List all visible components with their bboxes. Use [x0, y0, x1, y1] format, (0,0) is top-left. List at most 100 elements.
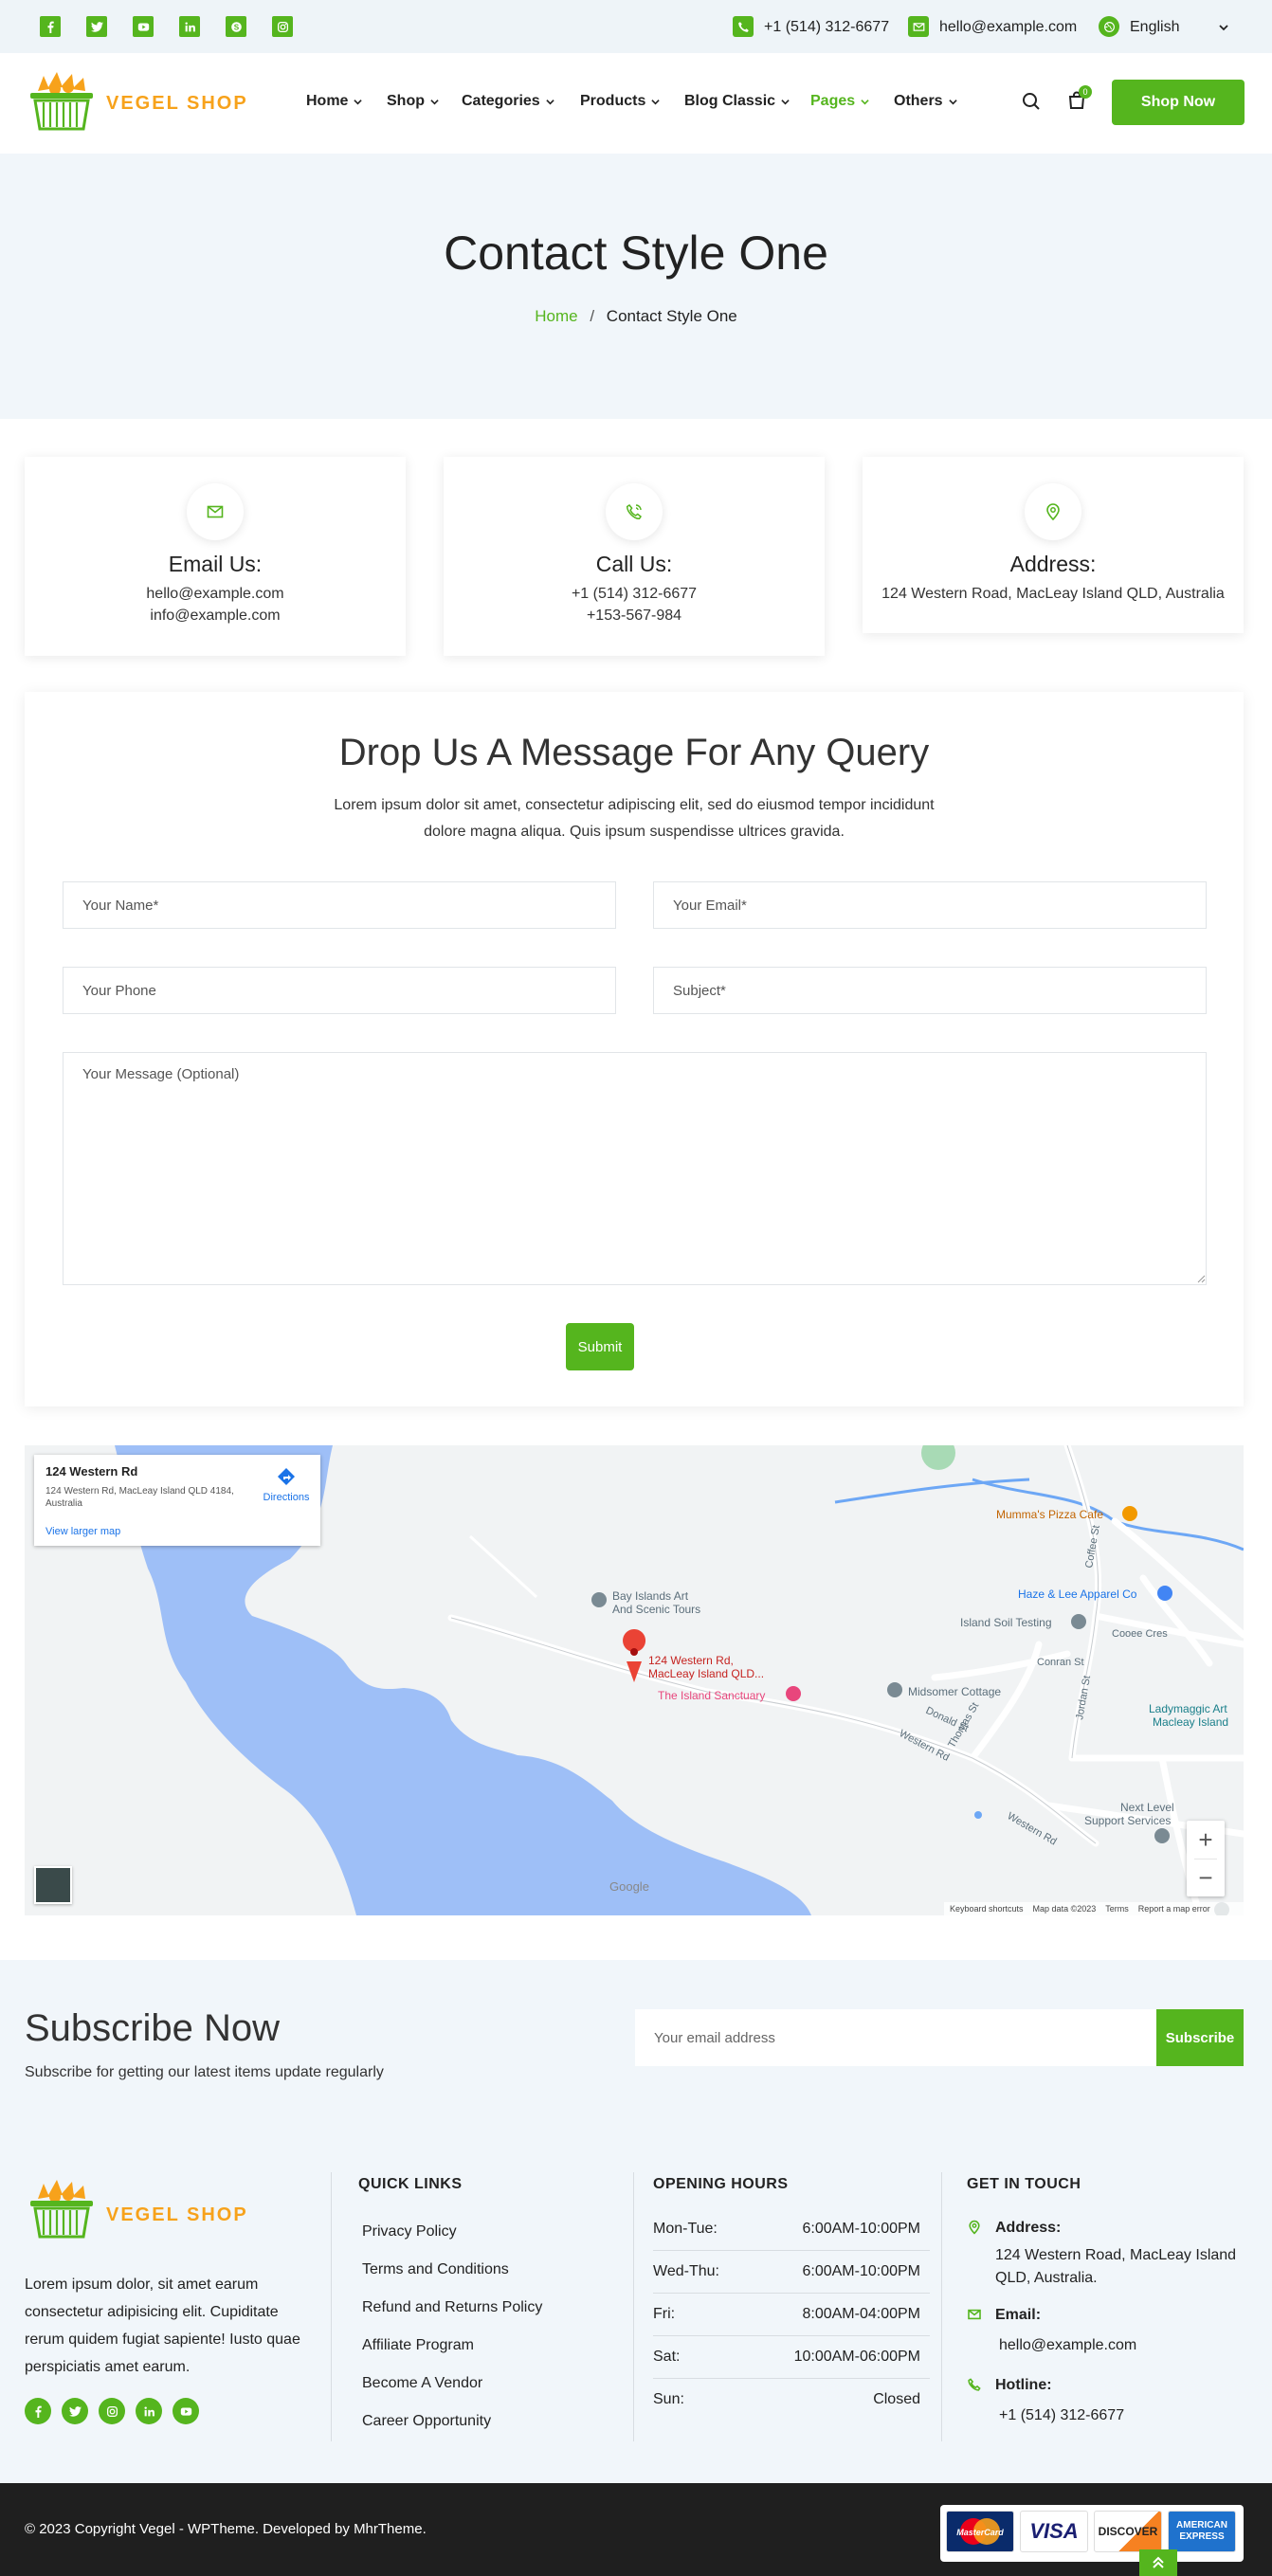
map-data-text: Map data ©2023	[1032, 1904, 1097, 1914]
map-label-bay-1: Bay Islands Art	[612, 1589, 689, 1603]
language-value: English	[1130, 19, 1180, 35]
chevron-down-icon	[781, 99, 790, 104]
map-pin-label-1: 124 Western Rd,	[648, 1654, 734, 1667]
map-label-lady-2: Macleay Island	[1153, 1715, 1228, 1729]
instagram-icon[interactable]	[272, 16, 293, 37]
footer-facebook-icon[interactable]	[25, 2398, 51, 2424]
quick-link[interactable]: Privacy Policy	[362, 2223, 457, 2240]
mail-icon	[908, 16, 929, 37]
footer-twitter-icon[interactable]	[62, 2398, 88, 2424]
globe-icon	[1099, 16, 1119, 37]
nav-label: Home	[306, 93, 349, 109]
footer-hotline-value[interactable]: +1 (514) 312-6677	[999, 2404, 1124, 2427]
hours-time: 6:00AM-10:00PM	[802, 2263, 920, 2279]
youtube-icon[interactable]	[133, 16, 154, 37]
envelope-icon	[187, 483, 244, 540]
footer-email-label: Email:	[995, 2307, 1042, 2323]
directions-label: Directions	[263, 1492, 310, 1503]
skype-icon[interactable]: S	[226, 16, 246, 37]
email-field[interactable]: Your Email*	[653, 881, 1207, 929]
topbar-email[interactable]: hello@example.com	[939, 19, 1077, 36]
zoom-in-button[interactable]: +	[1187, 1821, 1225, 1859]
amex-logo: AMERICAN EXPRESS	[1168, 2511, 1236, 2552]
card-title: Call Us:	[595, 552, 673, 576]
card-line[interactable]: +1 (514) 312-6677	[444, 586, 825, 603]
zoom-out-button[interactable]: −	[1187, 1859, 1225, 1896]
shop-now-button[interactable]: Shop Now	[1112, 80, 1245, 125]
phone-call-icon	[606, 483, 663, 540]
nav-categories[interactable]: Categories	[462, 93, 554, 110]
satellite-toggle[interactable]	[34, 1866, 72, 1904]
logo-basket-icon[interactable]	[27, 70, 97, 133]
footer-linkedin-icon[interactable]	[136, 2398, 162, 2424]
email-card: Email Us: hello@example.com info@example…	[25, 457, 406, 656]
subject-field[interactable]: Subject*	[653, 967, 1207, 1014]
copyright-text: © 2023 Copyright Vegel - WPTheme. Develo…	[25, 2521, 427, 2537]
nav-blog-classic[interactable]: Blog Classic	[684, 93, 790, 110]
message-field[interactable]: Your Message (Optional)	[63, 1052, 1207, 1285]
nav-home[interactable]: Home	[306, 93, 363, 110]
footer-instagram-icon[interactable]	[99, 2398, 125, 2424]
card-line: 124 Western Road, MacLeay Island QLD, Au…	[881, 586, 1225, 602]
map-label-sanctuary: The Island Sanctuary	[658, 1689, 765, 1702]
nav-label: Pages	[810, 93, 856, 109]
back-to-top-button[interactable]	[1139, 2549, 1177, 2576]
keyboard-shortcuts-link[interactable]: Keyboard shortcuts	[950, 1904, 1024, 1914]
call-card: Call Us: +1 (514) 312-6677 +153-567-984	[444, 457, 825, 656]
double-chevron-up-icon	[1153, 2556, 1164, 2568]
topbar-phone[interactable]: +1 (514) 312-6677	[764, 19, 889, 36]
nav-pages[interactable]: Pages	[810, 93, 869, 110]
nav-label: Others	[894, 93, 943, 109]
subscribe-button[interactable]: Subscribe	[1156, 2009, 1244, 2066]
language-select[interactable]: English	[1130, 17, 1228, 38]
quick-link[interactable]: Refund and Returns Policy	[362, 2299, 542, 2316]
mastercard-text: MasterCard	[956, 2528, 1004, 2537]
cart-button[interactable]: 0	[1067, 85, 1092, 112]
card-title: Address:	[1009, 552, 1097, 576]
quick-link[interactable]: Become A Vendor	[362, 2375, 482, 2392]
footer-logo-basket-icon[interactable]	[27, 2178, 97, 2240]
quick-link[interactable]: Terms and Conditions	[362, 2261, 509, 2278]
brand-name[interactable]: VEGEL SHOP	[106, 93, 248, 115]
page-title: Contact Style One	[444, 227, 828, 280]
footer-divider	[633, 2172, 634, 2441]
hours-time: 6:00AM-10:00PM	[802, 2221, 920, 2237]
search-icon[interactable]	[1022, 92, 1041, 116]
place-title: 124 Western Rd	[45, 1464, 138, 1478]
footer-youtube-icon[interactable]	[173, 2398, 199, 2424]
breadcrumb-separator: /	[590, 307, 595, 325]
card-line[interactable]: +153-567-984	[444, 608, 825, 625]
quick-link[interactable]: Career Opportunity	[362, 2413, 491, 2430]
address-card: Address: 124 Western Road, MacLeay Islan…	[863, 457, 1244, 633]
map-terms-link[interactable]: Terms	[1105, 1904, 1129, 1914]
breadcrumb-home[interactable]: Home	[535, 307, 577, 325]
map-label-bay-2: And Scenic Tours	[612, 1603, 700, 1616]
visa-logo: VISA	[1020, 2511, 1088, 2552]
chevron-down-icon	[354, 99, 363, 104]
nav-shop[interactable]: Shop	[387, 93, 439, 110]
hours-day: Sun:	[653, 2391, 684, 2407]
google-map[interactable]: Mumma's Pizza Cafe Haze & Lee Apparel Co…	[25, 1445, 1244, 1915]
linkedin-icon[interactable]	[179, 16, 200, 37]
name-field[interactable]: Your Name*	[63, 881, 616, 929]
nav-products[interactable]: Products	[580, 93, 661, 110]
location-pin-icon	[1025, 483, 1081, 540]
facebook-icon[interactable]	[40, 16, 61, 37]
quick-link[interactable]: Affiliate Program	[362, 2337, 474, 2354]
subscribe-email-input[interactable]: Your email address	[635, 2009, 1156, 2066]
resize-handle-icon[interactable]	[1196, 1274, 1206, 1283]
footer-brand-name[interactable]: VEGEL SHOP	[106, 2204, 248, 2226]
report-error-link[interactable]: Report a map error	[1138, 1904, 1210, 1914]
card-line[interactable]: hello@example.com	[25, 586, 406, 603]
nav-label: Categories	[462, 93, 540, 109]
phone-field[interactable]: Your Phone	[63, 967, 616, 1014]
view-larger-map-link[interactable]: View larger map	[45, 1526, 120, 1537]
card-line[interactable]: info@example.com	[25, 608, 406, 625]
nav-others[interactable]: Others	[894, 93, 957, 110]
footer-email-value[interactable]: hello@example.com	[999, 2334, 1136, 2357]
twitter-icon[interactable]	[86, 16, 107, 37]
submit-button[interactable]: Submit	[566, 1323, 634, 1370]
svg-text:S: S	[233, 23, 239, 31]
hours-day: Sat:	[653, 2349, 681, 2365]
directions-button[interactable]: Directions	[258, 1466, 315, 1503]
